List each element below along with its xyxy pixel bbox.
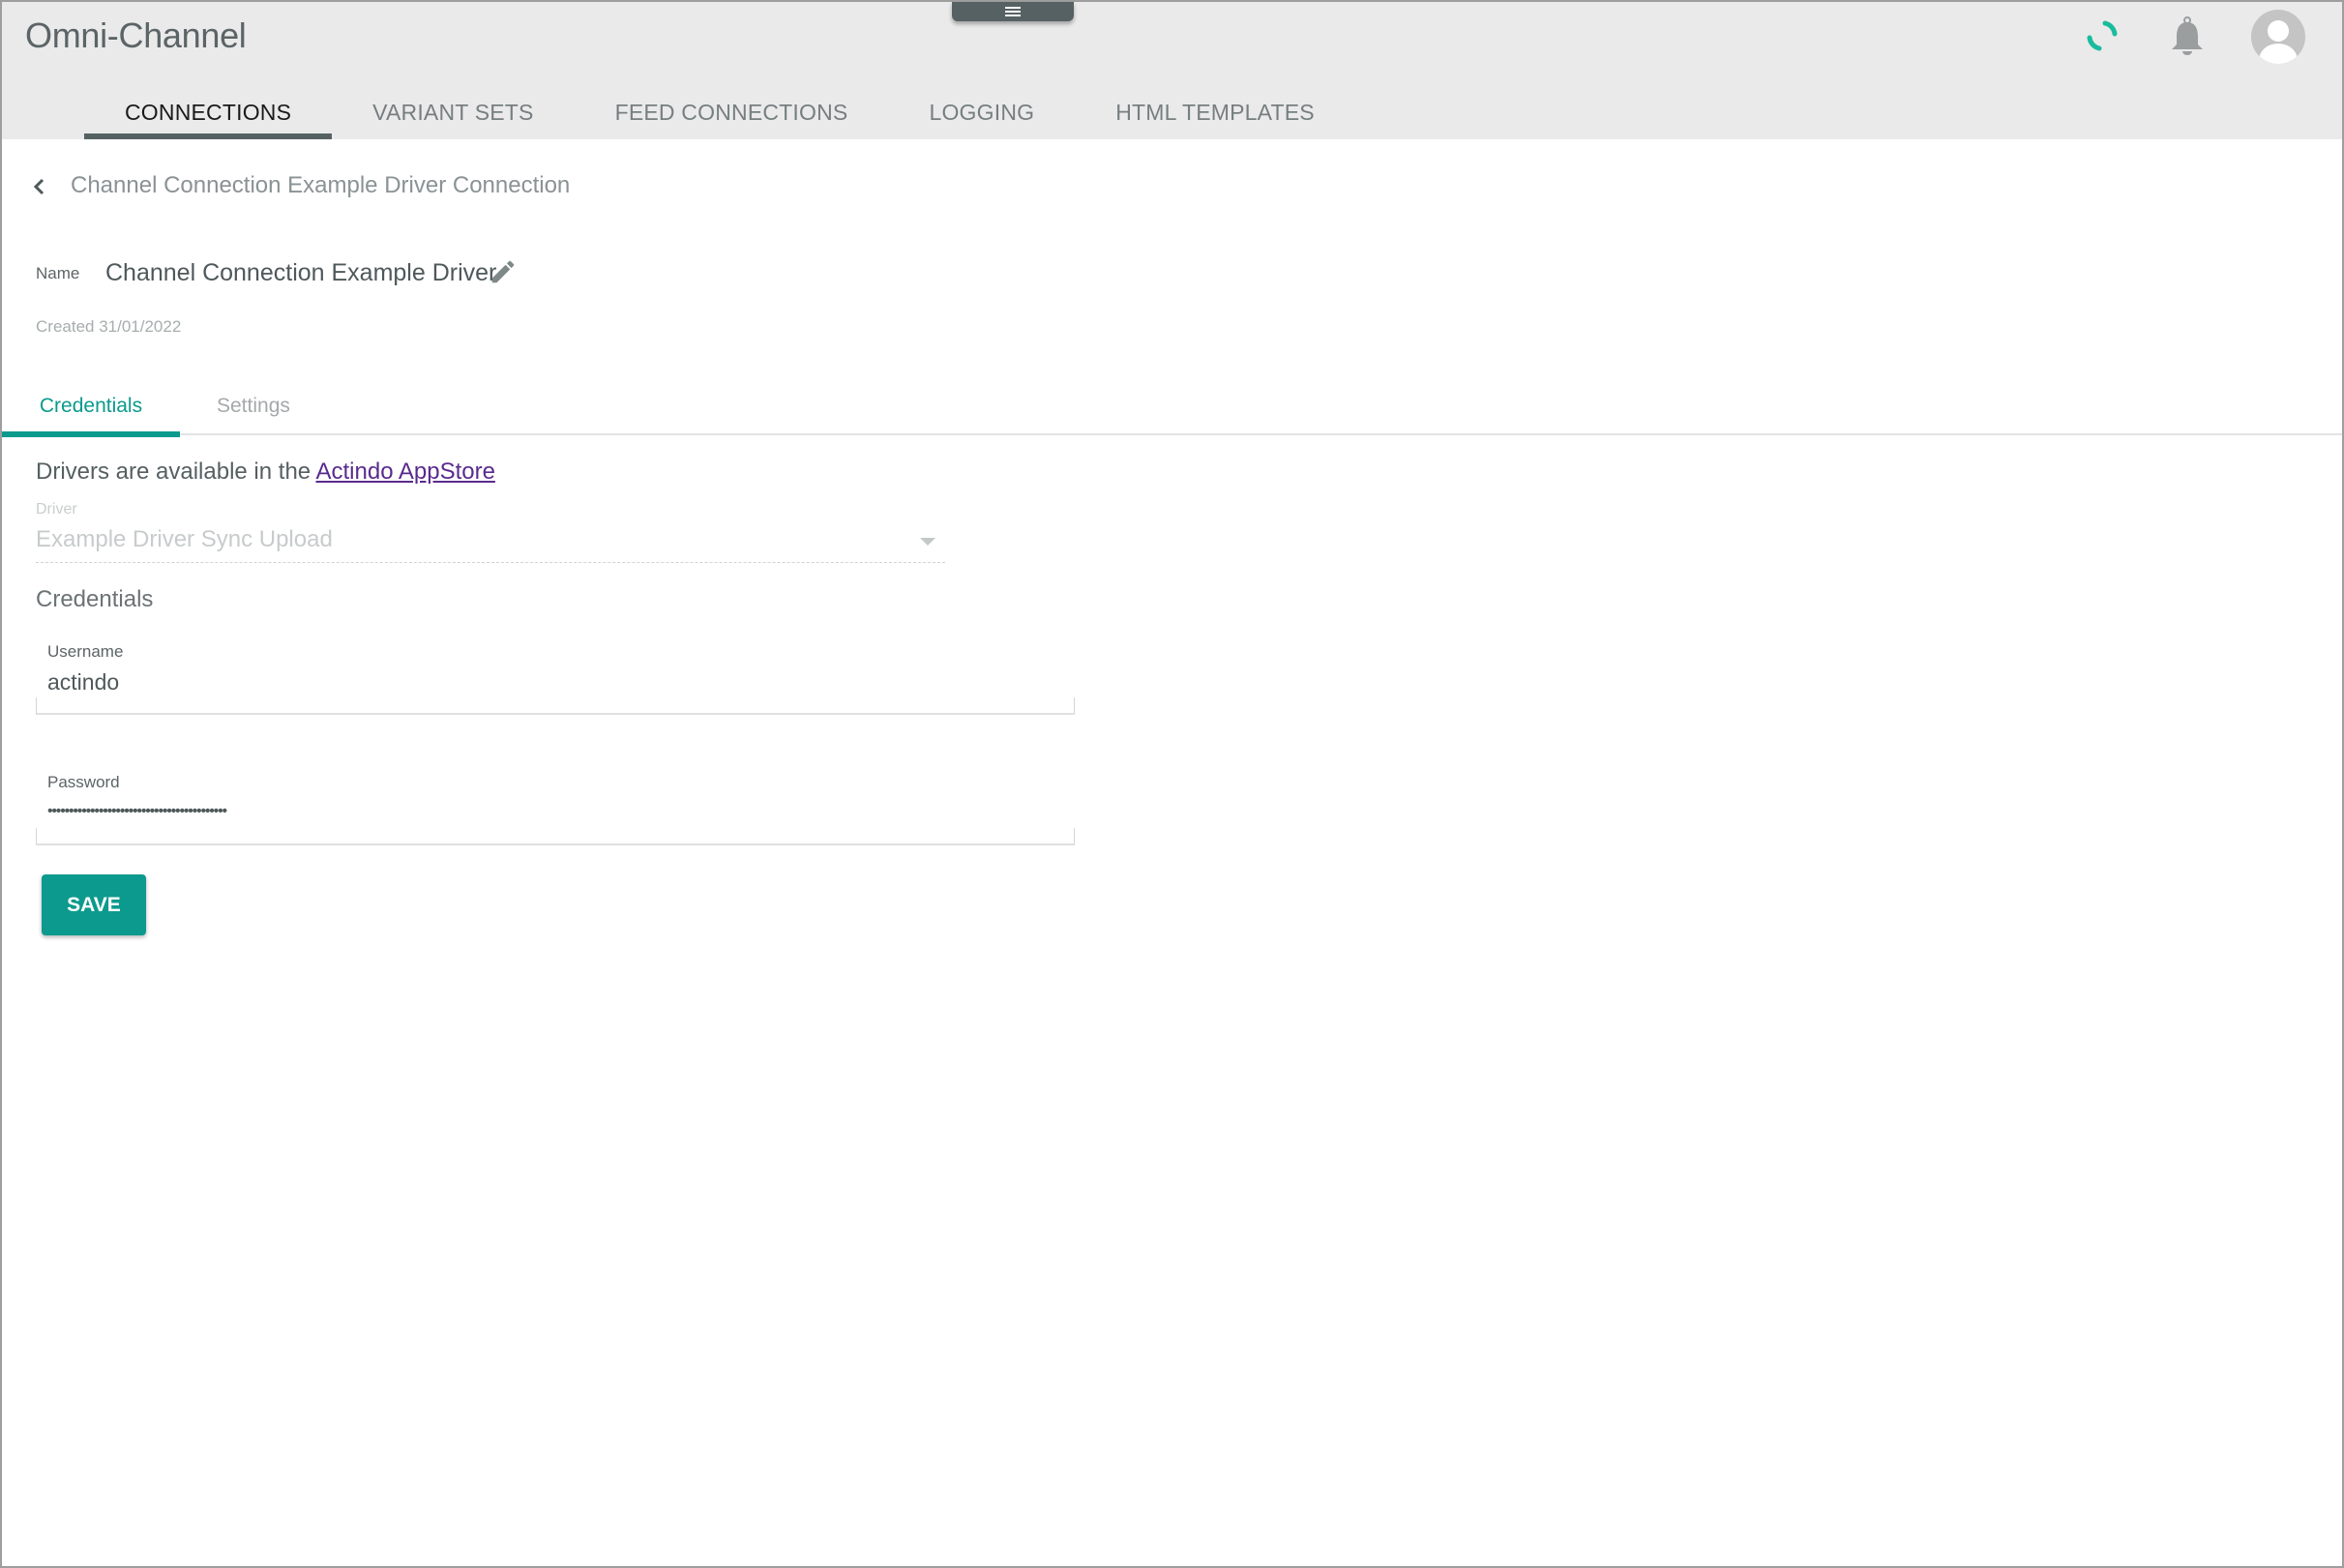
driver-select: Example Driver Sync Upload [36,524,945,563]
main-nav: CONNECTIONS VARIANT SETS FEED CONNECTION… [2,85,1355,139]
menu-icon [1005,7,1021,16]
chevron-left-icon [33,178,45,195]
nav-tab-feed-connections[interactable]: FEED CONNECTIONS [575,85,889,139]
driver-label: Driver [36,501,77,518]
username-label: Username [47,642,124,661]
username-input-box[interactable] [36,697,1075,715]
save-button[interactable]: SAVE [42,874,146,935]
nav-tab-logging[interactable]: LOGGING [888,85,1075,139]
password-input-box[interactable] [36,828,1075,845]
nav-tab-html-templates[interactable]: HTML TEMPLATES [1075,85,1355,139]
name-label: Name [36,264,80,282]
tab-settings[interactable]: Settings [217,377,290,435]
tab-credentials[interactable]: Credentials [2,377,180,437]
password-label: Password [47,773,120,791]
menu-handle-button[interactable] [952,2,1074,21]
driver-select-value: Example Driver Sync Upload [36,526,333,552]
appstore-link[interactable]: Actindo AppStore [315,459,494,485]
back-button[interactable] [29,172,54,201]
pencil-edit-icon[interactable] [489,257,518,286]
name-value: Channel Connection Example Driver [105,259,497,286]
user-avatar-icon[interactable] [2251,10,2305,64]
page-breadcrumb: Channel Connection Example Driver Connec… [71,172,571,198]
loading-spinner-icon [2087,20,2118,51]
app-frame [0,0,2344,1568]
bell-icon[interactable] [2168,15,2207,58]
app-header: Omni-Channel CONNECTIONS VARIANT SETS FE… [2,2,2342,139]
nav-tab-variant-sets[interactable]: VARIANT SETS [332,85,574,139]
username-field[interactable]: actindo [47,669,119,695]
detail-tabs: Credentials Settings [2,377,2342,437]
credentials-heading: Credentials [36,586,154,612]
drivers-info-label: Drivers are available in the [36,459,316,485]
drivers-info-text: Drivers are available in the Actindo App… [36,459,495,486]
nav-tab-connections[interactable]: CONNECTIONS [84,85,333,139]
created-date: Created 31/01/2022 [36,317,182,336]
app-title: Omni-Channel [25,15,247,55]
password-field[interactable]: ••••••••••••••••••••••••••••••••••••••••… [47,803,227,820]
user-silhouette-icon [2259,20,2298,64]
caret-down-icon [920,538,935,546]
